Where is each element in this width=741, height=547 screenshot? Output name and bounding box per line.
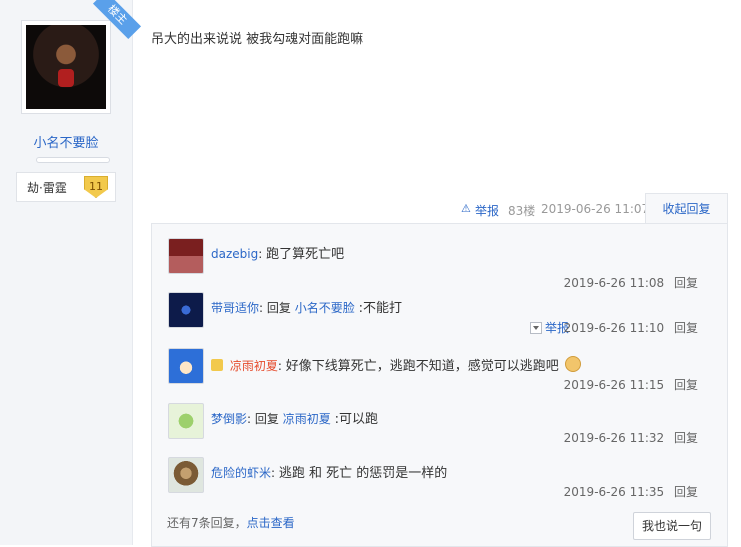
level-badge: 11 bbox=[84, 176, 108, 198]
comment-line: 危险的虾米: 逃跑 和 死亡 的惩罚是一样的 bbox=[211, 466, 448, 481]
list-item: 梦倒影: 回复 凉雨初夏 :可以跑 2019-6-26 11:32 回复 bbox=[166, 399, 716, 453]
reply-link[interactable]: 回复 bbox=[674, 431, 698, 445]
comment-time: 2019-6-26 11:32 bbox=[563, 431, 665, 445]
avatar[interactable] bbox=[168, 292, 204, 328]
comment-prefix: 回复 bbox=[254, 412, 279, 426]
list-item: 凉雨初夏: 好像下线算死亡，逃跑不知道，感觉可以逃跑吧 2019-6-26 11… bbox=[166, 344, 716, 398]
comment-text: 好像下线算死亡，逃跑不知道，感觉可以逃跑吧 bbox=[285, 359, 559, 374]
reply-target[interactable]: 凉雨初夏 bbox=[283, 412, 331, 426]
list-item: dazebig: 跑了算死亡吧 2019-6-26 11:08 回复 bbox=[166, 234, 716, 290]
comment-user[interactable]: 危险的虾米 bbox=[211, 466, 271, 480]
comment-meta: 2019-6-26 11:15 回复 bbox=[558, 376, 698, 393]
comment-text: 跑了算死亡吧 bbox=[266, 247, 345, 262]
list-item: 危险的虾米: 逃跑 和 死亡 的惩罚是一样的 2019-6-26 11:35 回… bbox=[166, 453, 716, 507]
avatar[interactable] bbox=[168, 238, 204, 274]
reply-link[interactable]: 回复 bbox=[674, 321, 698, 335]
chevron-down-icon[interactable] bbox=[530, 322, 542, 334]
collapse-replies-button[interactable]: 收起回复 bbox=[645, 193, 728, 224]
more-replies: 还有7条回复，点击查看 bbox=[167, 514, 295, 531]
level-box[interactable]: 劫·雷霆 11 bbox=[16, 172, 116, 202]
report-link[interactable]: 举报 bbox=[475, 202, 499, 219]
comment-time: 2019-6-26 11:35 bbox=[563, 485, 665, 499]
comment-line: dazebig: 跑了算死亡吧 bbox=[211, 247, 345, 262]
reply-target[interactable]: 小名不要脸 bbox=[295, 301, 355, 315]
author-divider bbox=[36, 157, 110, 163]
avatar[interactable] bbox=[168, 403, 204, 439]
level-name: 劫·雷霆 bbox=[27, 181, 67, 195]
post-time: 2019-06-26 11:07 bbox=[541, 202, 650, 216]
comment-user[interactable]: 带哥适你 bbox=[211, 301, 259, 315]
comment-meta: 2019-6-26 11:32 回复 bbox=[558, 429, 698, 446]
comment-text: :不能打 bbox=[358, 301, 402, 316]
author-avatar-frame[interactable] bbox=[21, 20, 111, 114]
comment-prefix: 回复 bbox=[266, 301, 291, 315]
comment-meta: 2019-6-26 11:35 回复 bbox=[558, 483, 698, 500]
avatar[interactable] bbox=[26, 25, 106, 109]
comment-user[interactable]: dazebig bbox=[211, 247, 258, 261]
reply-link[interactable]: 回复 bbox=[674, 485, 698, 499]
warning-icon[interactable]: ⚠ bbox=[461, 203, 473, 215]
comment-time: 2019-6-26 11:10 bbox=[563, 321, 665, 335]
comment-meta: 2019-6-26 11:10 回复 bbox=[558, 319, 698, 336]
view-more-link[interactable]: 点击查看 bbox=[247, 516, 295, 530]
comment-text: :可以跑 bbox=[334, 412, 378, 427]
reply-link[interactable]: 回复 bbox=[674, 378, 698, 392]
comment-line: 梦倒影: 回复 凉雨初夏 :可以跑 bbox=[211, 412, 378, 427]
post-content: 吊大的出来说说 被我勾魂对面能跑嘛 bbox=[151, 32, 364, 47]
more-replies-text: 还有7条回复， bbox=[167, 516, 247, 530]
comment-text: 逃跑 和 死亡 的惩罚是一样的 bbox=[278, 466, 448, 481]
floor-number: 83楼 bbox=[508, 204, 536, 218]
list-item: 带哥适你: 回复 小名不要脸 :不能打 举报 2019-6-26 11:10 回… bbox=[166, 288, 716, 342]
emoji-icon bbox=[564, 356, 581, 372]
reply-button[interactable]: 我也说一句 bbox=[633, 512, 711, 540]
avatar[interactable] bbox=[168, 457, 204, 493]
author-name[interactable]: 小名不要脸 bbox=[0, 132, 132, 151]
avatar[interactable] bbox=[168, 348, 204, 384]
crown-icon bbox=[211, 359, 223, 371]
comment-user[interactable]: 凉雨初夏 bbox=[230, 359, 278, 373]
comment-line: 带哥适你: 回复 小名不要脸 :不能打 bbox=[211, 301, 402, 316]
reply-panel: dazebig: 跑了算死亡吧 2019-6-26 11:08 回复 带哥适你:… bbox=[151, 223, 728, 547]
comment-time: 2019-6-26 11:15 bbox=[563, 378, 665, 392]
comment-line: 凉雨初夏: 好像下线算死亡，逃跑不知道，感觉可以逃跑吧 bbox=[211, 356, 581, 375]
comment-user[interactable]: 梦倒影 bbox=[211, 412, 247, 426]
author-sidebar: 楼主 小名不要脸 劫·雷霆 11 bbox=[0, 0, 142, 545]
